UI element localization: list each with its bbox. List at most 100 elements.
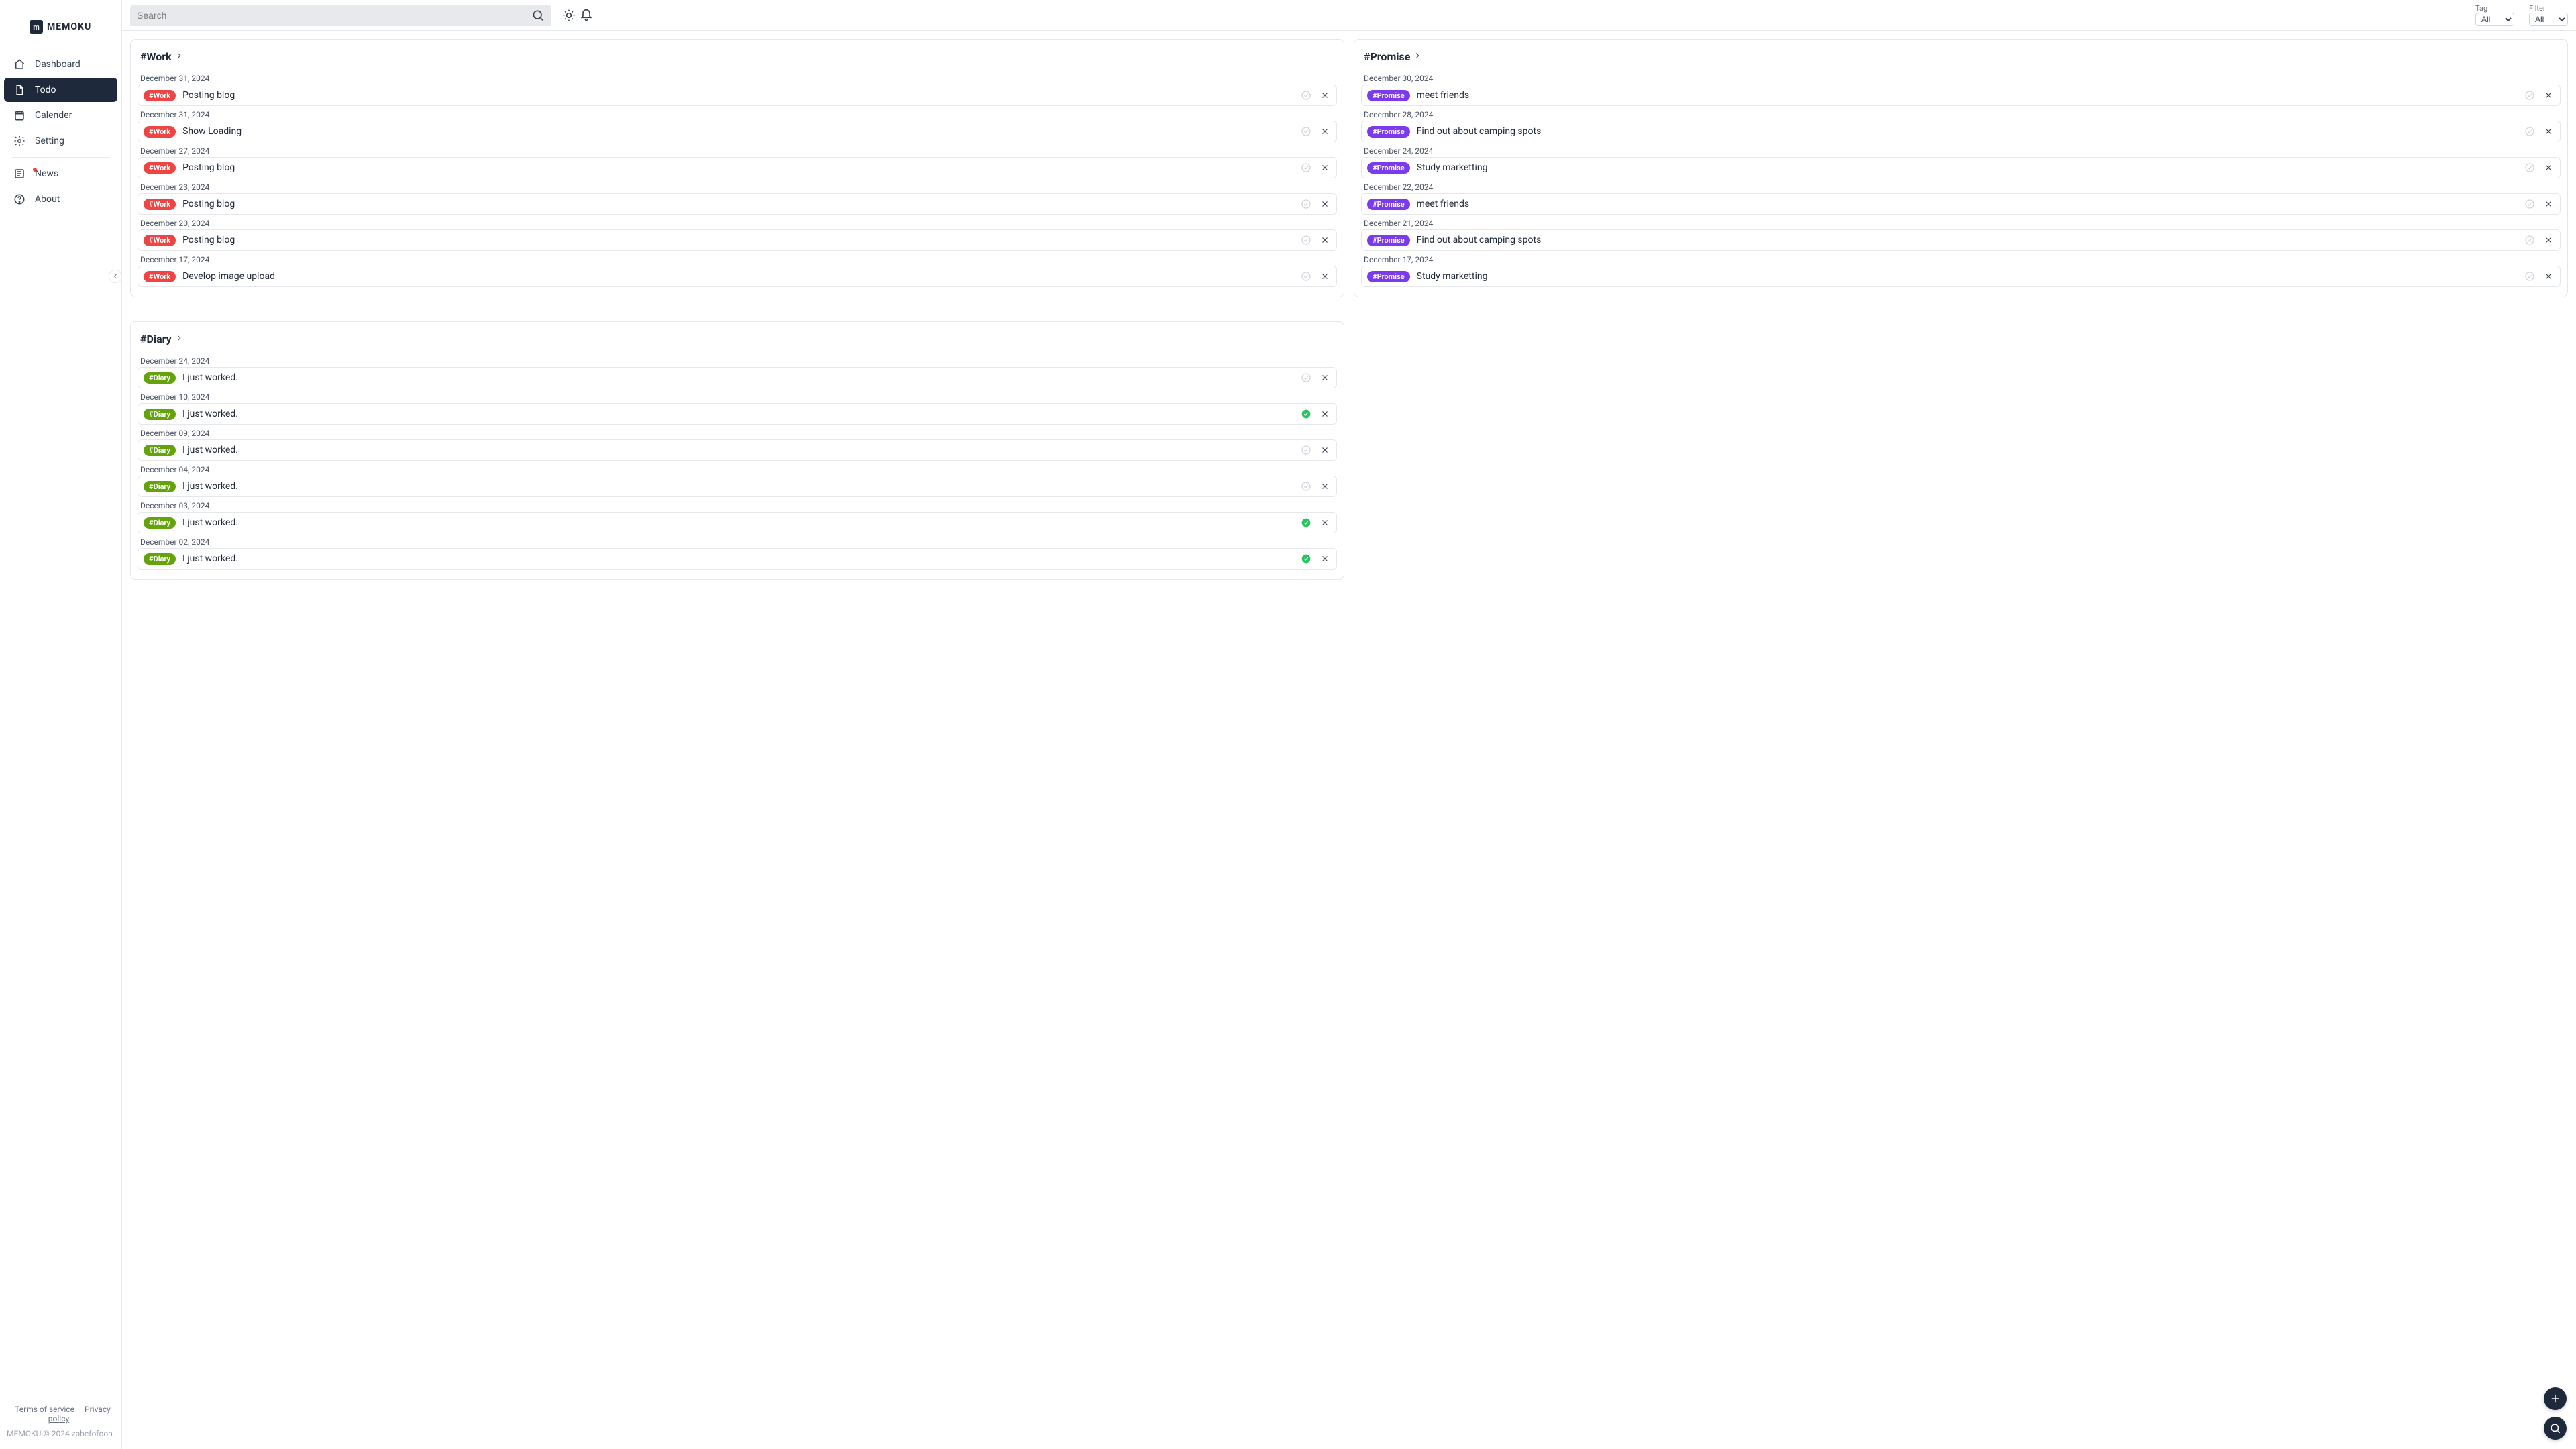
tag-badge[interactable]: #Work — [144, 126, 176, 138]
tag-badge[interactable]: #Diary — [144, 372, 176, 384]
check-toggle-icon[interactable] — [1300, 372, 1312, 384]
search-box[interactable] — [130, 5, 551, 26]
tag-badge[interactable]: #Work — [144, 199, 176, 210]
delete-icon[interactable] — [2542, 162, 2555, 174]
delete-icon[interactable] — [2542, 89, 2555, 101]
delete-icon[interactable] — [1319, 198, 1331, 210]
check-toggle-icon[interactable] — [2524, 198, 2536, 210]
todo-row[interactable]: #PromiseFind out about camping spots — [1361, 229, 2561, 251]
check-toggle-icon[interactable] — [1300, 198, 1312, 210]
delete-icon[interactable] — [2542, 270, 2555, 282]
check-toggle-icon[interactable] — [1300, 270, 1312, 282]
delete-icon[interactable] — [1319, 517, 1331, 529]
delete-icon[interactable] — [2542, 234, 2555, 246]
tag-badge[interactable]: #Diary — [144, 481, 176, 492]
check-toggle-icon[interactable] — [1300, 125, 1312, 138]
delete-icon[interactable] — [1319, 480, 1331, 492]
delete-icon[interactable] — [1319, 125, 1331, 138]
check-toggle-icon[interactable] — [2524, 89, 2536, 101]
check-toggle-icon[interactable] — [1300, 234, 1312, 246]
tag-card-header[interactable]: #Diary — [138, 333, 1337, 352]
search-input[interactable] — [137, 10, 531, 21]
delete-icon[interactable] — [1319, 553, 1331, 565]
tag-card-header[interactable]: #Promise — [1361, 50, 2561, 70]
tag-badge[interactable]: #Diary — [144, 517, 176, 529]
check-toggle-icon[interactable] — [1300, 553, 1312, 565]
todo-row[interactable]: #WorkPosting blog — [138, 193, 1337, 215]
check-toggle-icon[interactable] — [1300, 162, 1312, 174]
delete-icon[interactable] — [1319, 372, 1331, 384]
tag-card-header[interactable]: #Work — [138, 50, 1337, 70]
check-toggle-icon[interactable] — [2524, 125, 2536, 138]
todo-text: Posting blog — [182, 235, 1293, 246]
check-toggle-icon[interactable] — [2524, 270, 2536, 282]
delete-icon[interactable] — [1319, 162, 1331, 174]
sidebar-item-setting[interactable]: Setting — [4, 129, 117, 153]
sidebar-item-news[interactable]: News — [4, 162, 117, 186]
sidebar-collapse-button[interactable] — [109, 270, 122, 283]
tag-badge[interactable]: #Diary — [144, 445, 176, 456]
delete-icon[interactable] — [1319, 270, 1331, 282]
check-toggle-icon[interactable] — [1300, 408, 1312, 420]
delete-icon[interactable] — [1319, 408, 1331, 420]
delete-icon[interactable] — [2542, 198, 2555, 210]
tag-badge[interactable]: #Work — [144, 271, 176, 282]
sidebar-item-calender[interactable]: Calender — [4, 103, 117, 127]
todo-row[interactable]: #Promisemeet friends — [1361, 85, 2561, 106]
status-filter-select[interactable]: All — [2529, 13, 2568, 26]
todo-row[interactable]: #WorkShow Loading — [138, 121, 1337, 142]
delete-icon[interactable] — [1319, 444, 1331, 456]
check-toggle-icon[interactable] — [1300, 480, 1312, 492]
tag-badge[interactable]: #Promise — [1367, 199, 1410, 210]
tag-badge[interactable]: #Promise — [1367, 90, 1410, 101]
tag-badge[interactable]: #Diary — [144, 553, 176, 565]
todo-text: I just worked. — [182, 372, 1293, 383]
search-icon[interactable] — [531, 9, 545, 22]
todo-row[interactable]: #DiaryI just worked. — [138, 548, 1337, 570]
todo-row[interactable]: #PromiseStudy marketting — [1361, 157, 2561, 178]
todo-row[interactable]: #WorkPosting blog — [138, 157, 1337, 178]
todo-row[interactable]: #Promisemeet friends — [1361, 193, 2561, 215]
sidebar-item-label: Dashboard — [35, 59, 80, 70]
sidebar-item-dashboard[interactable]: Dashboard — [4, 52, 117, 76]
sidebar-item-todo[interactable]: Todo — [4, 78, 117, 102]
tag-badge[interactable]: #Diary — [144, 409, 176, 420]
search-fab-button[interactable] — [2544, 1417, 2567, 1440]
tag-badge[interactable]: #Promise — [1367, 271, 1410, 282]
tag-badge[interactable]: #Promise — [1367, 235, 1410, 246]
sidebar-item-about[interactable]: About — [4, 187, 117, 211]
check-toggle-icon[interactable] — [2524, 162, 2536, 174]
todo-row[interactable]: #WorkDevelop image upload — [138, 266, 1337, 287]
todo-row[interactable]: #Work Posting blog — [138, 229, 1337, 251]
delete-icon[interactable] — [1319, 234, 1331, 246]
todo-row[interactable]: #WorkPosting blog — [138, 85, 1337, 106]
gear-icon — [13, 135, 25, 147]
check-toggle-icon[interactable] — [1300, 517, 1312, 529]
todo-row[interactable]: #DiaryI just worked. — [138, 512, 1337, 533]
todo-date: December 02, 2024 — [138, 535, 1337, 548]
tag-filter-select[interactable]: All — [2475, 13, 2514, 26]
todo-row[interactable]: #DiaryI just worked. — [138, 403, 1337, 425]
check-toggle-icon[interactable] — [1300, 444, 1312, 456]
check-toggle-icon[interactable] — [2524, 234, 2536, 246]
tag-badge[interactable]: #Promise — [1367, 126, 1410, 138]
tag-card-title: #Work — [140, 50, 172, 63]
tag-badge[interactable]: #Work — [144, 235, 176, 246]
terms-link[interactable]: Terms of service — [15, 1405, 74, 1414]
delete-icon[interactable] — [2542, 125, 2555, 138]
tag-badge[interactable]: #Work — [144, 162, 176, 174]
todo-row[interactable]: #Diary I just worked. — [138, 367, 1337, 388]
delete-icon[interactable] — [1319, 89, 1331, 101]
tag-badge[interactable]: #Work — [144, 90, 176, 101]
todo-row[interactable]: #DiaryI just worked. — [138, 439, 1337, 461]
check-toggle-icon[interactable] — [1300, 89, 1312, 101]
theme-toggle-icon[interactable] — [562, 9, 576, 22]
brand[interactable]: m MEMOKU — [4, 11, 117, 52]
todo-row[interactable]: #DiaryI just worked. — [138, 476, 1337, 497]
bell-icon[interactable] — [580, 9, 593, 22]
todo-date: December 03, 2024 — [138, 498, 1337, 512]
todo-row[interactable]: #PromiseStudy marketting — [1361, 266, 2561, 287]
add-button[interactable] — [2544, 1387, 2567, 1410]
tag-badge[interactable]: #Promise — [1367, 162, 1410, 174]
todo-row[interactable]: #PromiseFind out about camping spots — [1361, 121, 2561, 142]
